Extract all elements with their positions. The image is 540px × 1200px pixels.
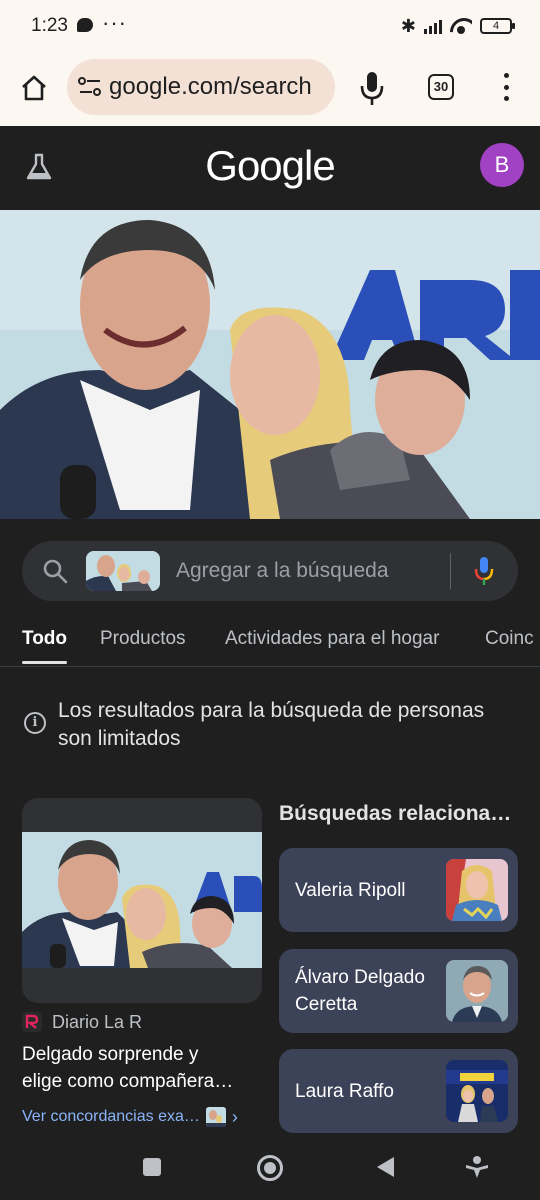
- related-item-thumbnail: [446, 1060, 508, 1122]
- google-logo[interactable]: Google: [0, 142, 540, 190]
- related-item-label[interactable]: Álvaro Delgado Ceretta: [295, 949, 445, 1033]
- related-searches-heading: Búsquedas relaciona…: [279, 802, 512, 825]
- recent-apps-button[interactable]: [143, 1158, 161, 1176]
- result-title-line-1[interactable]: Delgado sorprende y: [22, 1041, 262, 1068]
- exact-matches-thumbnail: [205, 1107, 226, 1127]
- info-icon: i: [24, 712, 46, 734]
- home-icon: [22, 75, 46, 101]
- browser-toolbar: google.com/search 30: [0, 54, 540, 126]
- query-image: [86, 551, 160, 591]
- related-item-label[interactable]: Laura Raffo: [295, 1049, 445, 1133]
- more-notifications-icon: ···: [102, 10, 127, 35]
- related-item-valeria-ripoll[interactable]: Valeria Ripoll: [279, 848, 518, 932]
- wifi-icon: [450, 18, 472, 34]
- related-item-thumbnail: [446, 960, 508, 1022]
- tab-todo[interactable]: Todo: [22, 628, 67, 650]
- related-item-alvaro-delgado[interactable]: Álvaro Delgado Ceretta: [279, 949, 518, 1033]
- hero-image[interactable]: [0, 210, 540, 519]
- related-item-thumbnail: [446, 859, 508, 921]
- search-icon: [43, 559, 68, 584]
- status-time: 1:23: [31, 15, 68, 36]
- back-button[interactable]: [377, 1157, 394, 1177]
- search-placeholder[interactable]: Agregar a la búsqueda: [176, 559, 389, 583]
- account-avatar[interactable]: B: [480, 143, 524, 187]
- bluetooth-icon: ✱: [400, 15, 416, 36]
- address-bar[interactable]: google.com/search: [67, 59, 335, 115]
- status-bar: 1:23 ··· ✱ 4: [0, 0, 540, 54]
- laura-raffo-photo: [446, 1060, 508, 1122]
- more-options-icon[interactable]: [496, 70, 516, 104]
- tab-switcher-button[interactable]: 30: [428, 74, 454, 100]
- hero-photo: [0, 210, 540, 519]
- system-nav-bar: [0, 1134, 540, 1200]
- alvaro-delgado-photo: [446, 960, 508, 1022]
- home-nav-button[interactable]: [257, 1155, 283, 1181]
- result-card[interactable]: [22, 798, 262, 1003]
- limited-results-notice: Los resultados para la búsqueda de perso…: [58, 699, 485, 750]
- chat-notification-icon: [77, 18, 93, 32]
- related-item-laura-raffo[interactable]: Laura Raffo: [279, 1049, 518, 1133]
- battery-icon: 4: [480, 18, 515, 34]
- accessibility-icon[interactable]: [464, 1154, 490, 1180]
- filter-tabs: Todo Productos Actividades para el hogar…: [0, 628, 540, 664]
- source-name: Diario La R: [52, 1011, 143, 1032]
- status-icons: ✱ 4: [400, 14, 515, 38]
- query-image-thumbnail[interactable]: [86, 551, 160, 591]
- site-settings-icon[interactable]: [77, 75, 103, 99]
- signal-icon: [424, 18, 442, 34]
- result-source[interactable]: Diario La R: [22, 1010, 142, 1034]
- valeria-ripoll-photo: [446, 859, 508, 921]
- url-text[interactable]: google.com/search: [109, 73, 312, 101]
- result-title[interactable]: Delgado sorprende y elige como compañera…: [22, 1041, 262, 1095]
- google-header: Google B: [0, 126, 540, 210]
- voice-search-icon[interactable]: [356, 68, 388, 108]
- search-divider: [450, 553, 451, 589]
- tab-actividades[interactable]: Actividades para el hogar: [225, 628, 439, 650]
- diario-la-r-favicon: [22, 1012, 42, 1032]
- tab-coincidencias[interactable]: Coinc: [485, 628, 534, 650]
- result-photo: [22, 832, 262, 968]
- tabs-divider: [0, 666, 540, 667]
- active-tab-indicator: [22, 661, 67, 664]
- result-image[interactable]: [22, 832, 262, 968]
- tab-productos[interactable]: Productos: [100, 628, 186, 650]
- home-button[interactable]: [14, 66, 54, 110]
- result-title-line-2[interactable]: elige como compañera…: [22, 1068, 262, 1095]
- exact-matches-link[interactable]: Ver concordancias exa… ›: [22, 1106, 238, 1128]
- exact-matches-label[interactable]: Ver concordancias exa…: [22, 1108, 200, 1126]
- add-to-search-box[interactable]: Agregar a la búsqueda: [22, 541, 518, 601]
- related-item-label[interactable]: Valeria Ripoll: [295, 848, 445, 932]
- chevron-right-icon: ›: [231, 1106, 238, 1127]
- google-mic-icon[interactable]: [472, 555, 496, 587]
